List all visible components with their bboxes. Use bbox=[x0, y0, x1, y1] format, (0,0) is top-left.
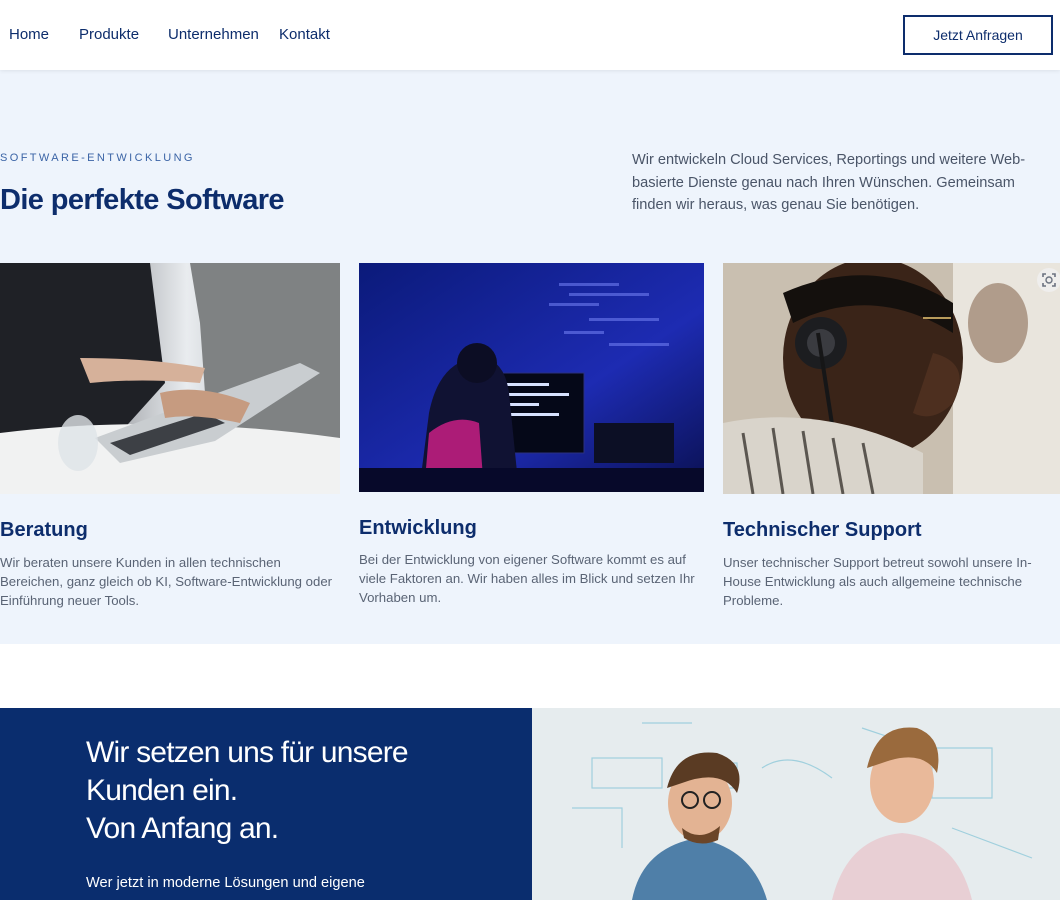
top-navigation: Home Produkte Unternehmen Kontakt Jetzt … bbox=[0, 0, 1060, 70]
card-text-support: Unser technischer Support betreut sowohl… bbox=[723, 555, 1032, 608]
consulting-image bbox=[0, 263, 340, 494]
nav-kontakt[interactable]: Kontakt bbox=[279, 26, 330, 43]
section-title: Die perfekte Software bbox=[0, 184, 285, 216]
team-whiteboard-image bbox=[532, 708, 1060, 900]
section-eyebrow: SOFTWARE-ENTWICKLUNG bbox=[0, 152, 195, 164]
card-title-beratung: Beratung bbox=[0, 519, 88, 541]
commitment-headline: Wir setzen uns für unsere Kunden ein. Vo… bbox=[86, 734, 516, 848]
commitment-panel: Wir setzen uns für unsere Kunden ein. Vo… bbox=[0, 708, 532, 900]
nav-unternehmen[interactable]: Unternehmen bbox=[168, 26, 259, 43]
commitment-subline: Wer jetzt in moderne Lösungen und eigene bbox=[86, 875, 365, 891]
headline-line-1: Wir setzen uns für unsere bbox=[86, 736, 409, 769]
software-section: SOFTWARE-ENTWICKLUNG Die perfekte Softwa… bbox=[0, 70, 1060, 644]
card-text-entwicklung: Bei der Entwicklung von eigener Software… bbox=[359, 552, 695, 605]
request-button[interactable]: Jetzt Anfragen bbox=[903, 15, 1053, 55]
card-text-beratung: Wir beraten unsere Kunden in allen techn… bbox=[0, 555, 333, 608]
headline-line-3: Von Anfang an. bbox=[86, 812, 279, 845]
card-title-entwicklung: Entwicklung bbox=[359, 517, 477, 539]
section-intro: Wir entwickeln Cloud Services, Reporting… bbox=[632, 152, 1026, 213]
image-scan-icon[interactable] bbox=[1037, 268, 1060, 292]
support-image bbox=[723, 263, 1060, 494]
development-image bbox=[359, 263, 704, 492]
nav-produkte[interactable]: Produkte bbox=[79, 26, 139, 43]
headline-line-2: Kunden ein. bbox=[86, 774, 238, 807]
nav-home[interactable]: Home bbox=[9, 26, 49, 43]
card-title-support: Technischer Support bbox=[723, 519, 922, 541]
